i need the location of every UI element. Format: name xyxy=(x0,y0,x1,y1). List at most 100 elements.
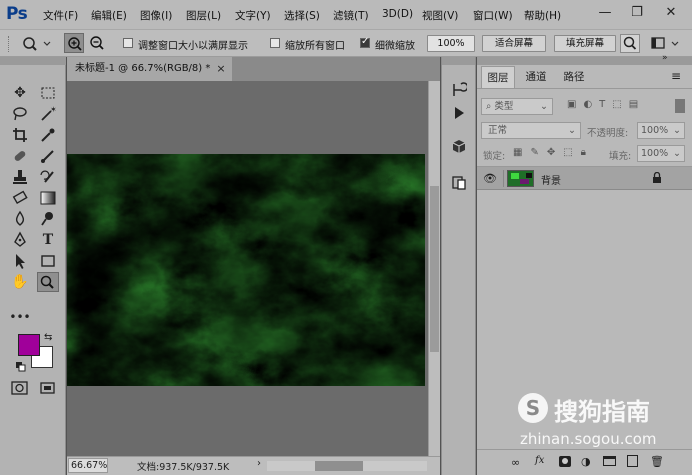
menu-window[interactable]: 窗口(W) xyxy=(473,8,513,23)
eyedropper-tool-icon[interactable] xyxy=(37,125,59,145)
default-colors-icon[interactable] xyxy=(16,362,26,372)
menu-type[interactable]: 文字(Y) xyxy=(235,8,271,23)
properties-panel-icon[interactable] xyxy=(451,175,467,191)
marquee-tool-icon[interactable] xyxy=(37,83,59,103)
zoom-all-windows-checkbox[interactable] xyxy=(270,38,280,48)
canvas-area[interactable] xyxy=(67,81,428,456)
layers-bottom-bar: ∞ fx ◑ 🗑︎ xyxy=(477,449,692,475)
healing-brush-tool-icon[interactable] xyxy=(9,146,31,166)
vertical-scrollbar[interactable] xyxy=(428,81,440,456)
search-button[interactable] xyxy=(620,34,640,53)
zoom-in-button[interactable] xyxy=(64,33,84,53)
lock-icons[interactable]: ▦✎✥⬚🔒︎ xyxy=(513,147,594,158)
opacity-value: 100% xyxy=(641,125,669,136)
crop-tool-icon[interactable] xyxy=(9,125,31,145)
minimize-button[interactable]: — xyxy=(592,1,618,25)
filter-toggle[interactable] xyxy=(675,99,685,113)
panel-menu-icon[interactable]: ≡ xyxy=(671,69,681,83)
layer-filter-dropdown[interactable]: ⌕ 类型 ⌄ xyxy=(481,98,553,115)
fit-screen-button[interactable]: 适合屏幕 xyxy=(482,35,546,52)
scrubby-zoom-checkbox[interactable] xyxy=(360,36,370,48)
quick-mask-icon[interactable] xyxy=(11,381,29,395)
layer-style-icon[interactable]: fx xyxy=(535,455,544,466)
scrubby-zoom-label: 细微缩放 xyxy=(375,41,415,52)
layers-panel-header[interactable] xyxy=(477,57,692,65)
zoom-tool-icon xyxy=(23,37,51,51)
sogou-logo-icon: S xyxy=(518,393,548,423)
magic-wand-tool-icon[interactable]: ✶ xyxy=(37,104,59,124)
delete-layer-icon[interactable]: 🗑︎ xyxy=(650,455,664,468)
swap-colors-icon[interactable]: ⇆ xyxy=(44,332,52,343)
menu-3d[interactable]: 3D(D) xyxy=(382,8,413,20)
grip-handle[interactable] xyxy=(8,36,12,52)
blend-mode-dropdown[interactable]: 正常 ⌄ xyxy=(481,122,581,139)
new-group-icon[interactable] xyxy=(603,456,616,466)
resize-windows-checkbox[interactable] xyxy=(123,38,133,48)
history-brush-tool-icon[interactable] xyxy=(37,167,59,187)
hand-tool-icon[interactable]: ✋ xyxy=(9,272,31,292)
path-selection-tool-icon[interactable] xyxy=(9,251,31,271)
clone-stamp-tool-icon[interactable] xyxy=(9,167,31,187)
link-layers-icon[interactable]: ∞ xyxy=(511,456,520,469)
menu-select[interactable]: 选择(S) xyxy=(284,8,320,23)
watermark-url: zhinan.sogou.com xyxy=(520,430,657,448)
actions-panel-icon[interactable] xyxy=(451,105,467,121)
type-tool-icon[interactable]: T xyxy=(37,230,59,250)
watermark-title: 搜狗指南 xyxy=(554,398,650,426)
status-menu-arrow-icon[interactable]: › xyxy=(257,458,261,469)
restore-button[interactable]: ❐ xyxy=(624,1,650,25)
more-tools-icon[interactable]: ••• xyxy=(9,307,31,327)
brush-tool-icon[interactable] xyxy=(37,146,59,166)
new-layer-icon[interactable] xyxy=(627,455,638,467)
menu-layer[interactable]: 图层(L) xyxy=(186,8,221,23)
zoom-out-button[interactable] xyxy=(87,33,107,53)
eraser-tool-icon[interactable] xyxy=(9,188,31,208)
document-info[interactable]: 文档:937.5K/937.5K xyxy=(137,459,229,473)
toolbar-header[interactable] xyxy=(0,57,66,65)
zoom-level-field[interactable]: 66.67% xyxy=(68,458,108,473)
collapse-panel-icon[interactable]: » xyxy=(662,53,668,63)
history-panel-icon[interactable] xyxy=(451,82,469,98)
close-window-button[interactable]: ✕ xyxy=(658,1,684,25)
zoom-tool-icon[interactable] xyxy=(37,272,59,292)
layer-row-background[interactable]: 👁︎ 背景 xyxy=(477,167,692,190)
menu-edit[interactable]: 编辑(E) xyxy=(91,8,127,23)
screen-mode-icon[interactable] xyxy=(39,381,57,395)
lock-icon xyxy=(652,171,662,183)
opacity-field[interactable]: 100% ⌄ xyxy=(637,122,685,139)
menu-filter[interactable]: 滤镜(T) xyxy=(333,8,369,23)
workspace-switcher[interactable] xyxy=(650,35,686,53)
zoom-percent-field[interactable]: 100% xyxy=(427,35,475,52)
rectangle-tool-icon[interactable] xyxy=(37,251,59,271)
move-tool-icon[interactable]: ✥ xyxy=(9,83,31,103)
menu-help[interactable]: 帮助(H) xyxy=(524,8,561,23)
foreground-color-swatch[interactable] xyxy=(18,334,40,356)
dock-header[interactable] xyxy=(442,57,475,65)
visibility-eye-icon[interactable]: 👁︎ xyxy=(483,172,497,185)
blur-tool-icon[interactable] xyxy=(9,209,31,229)
tool-preset-picker[interactable] xyxy=(20,35,54,53)
canvas-image[interactable] xyxy=(67,154,425,386)
menu-view[interactable]: 视图(V) xyxy=(422,8,458,23)
layer-filter-icons[interactable]: ▣◐T⬚▤ xyxy=(567,99,645,110)
lasso-tool-icon[interactable] xyxy=(9,104,31,124)
3d-panel-icon[interactable] xyxy=(451,139,467,155)
menu-file[interactable]: 文件(F) xyxy=(43,8,78,23)
menu-image[interactable]: 图像(I) xyxy=(140,8,172,23)
dodge-tool-icon[interactable] xyxy=(37,209,59,229)
tab-paths[interactable]: 路径 xyxy=(557,66,591,88)
horizontal-scrollbar[interactable] xyxy=(267,461,427,471)
gradient-tool-icon[interactable] xyxy=(37,188,59,208)
fill-screen-button[interactable]: 填充屏幕 xyxy=(554,35,616,52)
add-mask-icon[interactable] xyxy=(559,456,571,467)
pen-tool-icon[interactable] xyxy=(9,230,31,250)
tab-layers[interactable]: 图层 xyxy=(481,66,515,88)
horizontal-scroll-thumb[interactable] xyxy=(315,461,363,471)
fill-field[interactable]: 100% ⌄ xyxy=(637,145,685,162)
close-document-icon[interactable]: × xyxy=(214,62,228,76)
tab-channels[interactable]: 通道 xyxy=(519,66,553,88)
document-tab[interactable]: 未标题-1 @ 66.7%(RGB/8) * xyxy=(67,57,232,81)
workspace-icon xyxy=(651,37,679,49)
adjustment-layer-icon[interactable]: ◑ xyxy=(581,455,591,468)
vertical-scroll-thumb[interactable] xyxy=(430,186,439,352)
